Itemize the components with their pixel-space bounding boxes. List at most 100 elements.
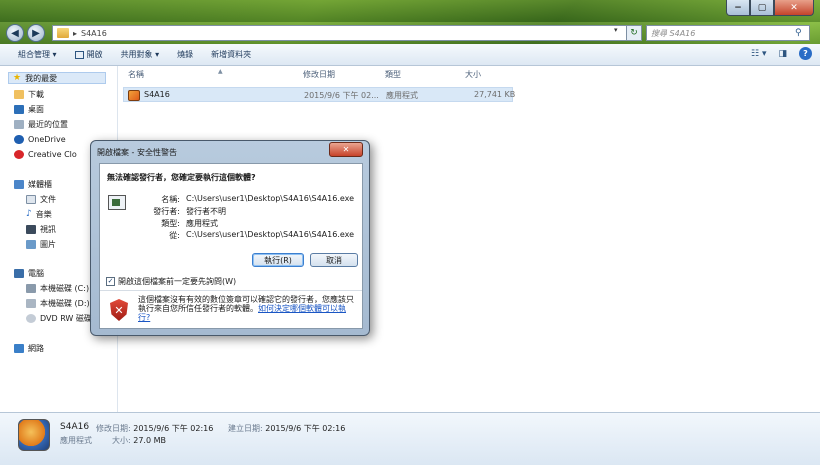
- forward-arrow-icon: ▶: [32, 27, 40, 39]
- view-options-icon[interactable]: ☷ ▾: [751, 49, 766, 59]
- network-icon: [14, 343, 24, 353]
- preview-pane-icon[interactable]: ◨: [778, 49, 787, 59]
- nav-downloads[interactable]: 下載: [14, 88, 44, 100]
- nav-label: OneDrive: [28, 134, 66, 144]
- nav-label: 桌面: [28, 104, 44, 114]
- breadcrumb-separator: ▸: [73, 28, 78, 38]
- open-app-icon: [74, 50, 84, 59]
- dvd-drive-icon: [26, 313, 36, 323]
- file-row[interactable]: S4A16 2015/9/6 下午 02... 應用程式 27,741 KB: [123, 87, 516, 102]
- refresh-button[interactable]: ↻: [626, 25, 642, 41]
- hard-disk-icon: [26, 283, 36, 293]
- security-warning-dialog: 開啟檔案 - 安全性警告 ✕ 無法確認發行者，您確定要執行這個軟體? 名稱: C…: [90, 140, 370, 336]
- nav-disk-c[interactable]: 本機磁碟 (C:): [26, 282, 89, 294]
- nav-label: 我的最愛: [25, 73, 58, 83]
- explorer-window: − ▢ ✕ ◀ ▶ ▸ S4A16 ▾ ↻ 搜尋 S4A16 ⚲ 組合管理 ▾ …: [0, 0, 820, 465]
- dialog-close-button[interactable]: ✕: [329, 142, 363, 157]
- forward-button[interactable]: ▶: [27, 24, 45, 42]
- refresh-icon: ↻: [630, 28, 638, 38]
- open-label: 開啟: [86, 50, 103, 59]
- nav-libraries[interactable]: 媒體櫃: [14, 178, 52, 190]
- downloads-icon: [14, 89, 24, 99]
- ask-before-open-checkbox[interactable]: ✓: [106, 277, 115, 286]
- file-size: 27,741 KB: [474, 90, 516, 99]
- breadcrumb-path[interactable]: S4A16: [81, 29, 107, 38]
- cancel-button[interactable]: 取消: [310, 253, 358, 267]
- search-placeholder: 搜尋 S4A16: [651, 28, 696, 38]
- nav-label: 文件: [40, 194, 56, 204]
- back-button[interactable]: ◀: [6, 24, 24, 42]
- application-icon: [128, 90, 140, 101]
- publisher-value: 發行者不明: [186, 207, 226, 216]
- close-button[interactable]: ✕: [774, 0, 814, 16]
- nav-disk-d[interactable]: 本機磁碟 (D:): [26, 297, 90, 309]
- nav-label: 最近的位置: [28, 119, 68, 129]
- column-header-date[interactable]: 修改日期: [303, 69, 335, 80]
- creative-cloud-icon: [14, 149, 24, 159]
- name-value: C:\Users\user1\Desktop\S4A16\S4A16.exe: [186, 194, 355, 203]
- details-pane: S4A16 修改日期: 2015/9/6 下午 02:16 建立日期: 2015…: [0, 412, 820, 465]
- address-dropdown-icon[interactable]: ▾: [614, 26, 618, 34]
- column-header-type[interactable]: 類型: [385, 69, 401, 80]
- nav-label: 下載: [28, 89, 44, 99]
- program-icon: [108, 195, 126, 210]
- file-date: 2015/9/6 下午 02...: [304, 91, 379, 100]
- dialog-heading: 無法確認發行者，您確定要執行這個軟體?: [107, 173, 256, 182]
- nav-pictures[interactable]: 圖片: [26, 238, 56, 250]
- videos-icon: [26, 224, 36, 234]
- ask-before-open-option[interactable]: ✓ 開啟這個檔案前一定要先詢問(W): [106, 276, 236, 287]
- close-icon: ✕: [342, 145, 350, 154]
- nav-documents[interactable]: 文件: [26, 193, 56, 205]
- view-controls: ☷ ▾ ◨ ?: [751, 47, 812, 60]
- column-header-size[interactable]: 大小: [465, 69, 481, 80]
- desktop-icon: [14, 104, 24, 114]
- address-bar[interactable]: ▸ S4A16: [52, 25, 638, 41]
- created-label: 建立日期:: [228, 424, 263, 433]
- nav-creative-cloud[interactable]: Creative Clo: [14, 148, 77, 160]
- search-icon[interactable]: ⚲: [795, 28, 809, 38]
- sort-ascending-icon: ▲: [218, 68, 223, 75]
- application-large-icon: [18, 419, 50, 451]
- libraries-icon: [14, 179, 24, 189]
- file-name: S4A16: [144, 90, 170, 99]
- nav-label: 網路: [28, 343, 44, 353]
- dialog-title: 開啟檔案 - 安全性警告: [97, 148, 177, 157]
- star-icon: ★: [13, 73, 22, 83]
- command-bar: 組合管理 ▾ 開啟 共用對象 ▾ 燒錄 新增資料夾 ☷ ▾ ◨ ?: [0, 44, 820, 66]
- column-header-name[interactable]: 名稱 ▲: [128, 68, 223, 80]
- music-icon: ♪: [26, 209, 32, 219]
- search-input[interactable]: 搜尋 S4A16 ⚲: [646, 25, 810, 41]
- details-file-name: S4A16: [60, 422, 90, 432]
- nav-label: 圖片: [40, 239, 56, 249]
- share-button[interactable]: 共用對象 ▾: [121, 49, 160, 60]
- organize-button[interactable]: 組合管理 ▾: [18, 49, 57, 60]
- nav-desktop[interactable]: 桌面: [14, 103, 44, 115]
- maximize-button[interactable]: ▢: [750, 0, 774, 16]
- nav-onedrive[interactable]: OneDrive: [14, 133, 66, 145]
- nav-music[interactable]: ♪ 音樂: [26, 208, 52, 220]
- nav-label: 媒體櫃: [28, 179, 52, 189]
- nav-network[interactable]: 網路: [14, 342, 44, 354]
- burn-button[interactable]: 燒錄: [177, 49, 193, 60]
- new-folder-button[interactable]: 新增資料夾: [211, 49, 251, 60]
- nav-dvd[interactable]: DVD RW 磁碟: [26, 312, 92, 324]
- type-value: 應用程式: [186, 219, 218, 228]
- type-label: 類型:: [161, 219, 180, 228]
- nav-computer[interactable]: 電腦: [14, 267, 44, 279]
- details-modified: 修改日期: 2015/9/6 下午 02:16: [96, 423, 213, 434]
- nav-videos[interactable]: 視訊: [26, 223, 56, 235]
- nav-label: 電腦: [28, 268, 44, 278]
- modified-value: 2015/9/6 下午 02:16: [133, 424, 214, 433]
- help-icon[interactable]: ?: [799, 47, 812, 60]
- pictures-icon: [26, 239, 36, 249]
- documents-icon: [26, 194, 36, 204]
- open-button[interactable]: 開啟: [74, 49, 103, 60]
- minimize-button[interactable]: −: [726, 0, 750, 16]
- nav-favorites[interactable]: ★ 我的最愛: [8, 72, 106, 84]
- address-bar-area: ◀ ▶ ▸ S4A16 ▾ ↻ 搜尋 S4A16 ⚲: [0, 22, 820, 44]
- run-button[interactable]: 執行(R): [252, 253, 304, 267]
- back-arrow-icon: ◀: [11, 27, 19, 39]
- shield-warning-icon: ✕: [110, 299, 128, 321]
- from-label: 從:: [169, 231, 180, 240]
- nav-recent[interactable]: 最近的位置: [14, 118, 68, 130]
